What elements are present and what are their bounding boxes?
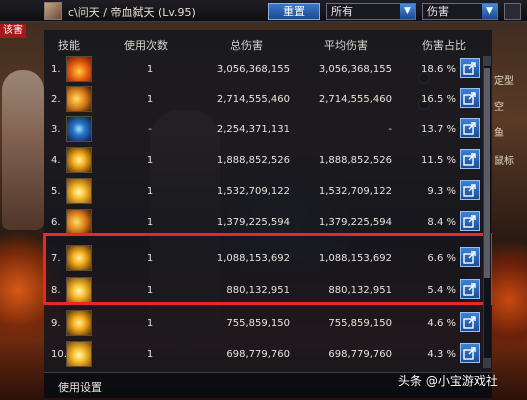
header-share: 伤害占比	[422, 39, 466, 52]
table-row[interactable]: 3. - 2,254,371,131 - 13.7 %	[44, 114, 484, 144]
row-index: 2.	[51, 94, 61, 105]
row-pct: 16.5 %	[421, 94, 456, 105]
row-pct: 4.3 %	[427, 349, 456, 360]
eye-skill-icon	[66, 116, 92, 142]
row-total: 1,888,852,526	[216, 155, 290, 166]
header-skill: 技能	[58, 39, 80, 52]
row-total: 698,779,760	[226, 349, 290, 360]
row-avg: 1,379,225,594	[318, 217, 392, 228]
chevron-down-icon: ▼	[400, 4, 415, 19]
chevron-down-icon: ▼	[482, 4, 497, 19]
table-header: 技能 使用次数 总伤害 平均伤害 伤害占比	[44, 34, 484, 54]
row-pct: 8.4 %	[427, 217, 456, 228]
filter-select-value: 所有	[331, 5, 353, 18]
row-uses: 1	[146, 155, 154, 166]
character-name: c\问天 / 帝血弑天 (Lv.95)	[68, 6, 196, 19]
row-pct: 11.5 %	[421, 155, 456, 166]
row-index: 4.	[51, 155, 61, 166]
row-total: 2,714,555,460	[216, 94, 290, 105]
share-icon[interactable]	[460, 343, 480, 363]
table-row[interactable]: 9. 1 755,859,150 755,859,150 4.6 %	[44, 308, 484, 338]
row-index: 9.	[51, 318, 61, 329]
header-uses: 使用次数	[124, 39, 168, 52]
row-total: 1,379,225,594	[216, 217, 290, 228]
filter-select[interactable]: 所有 ▼	[326, 3, 416, 20]
row-avg: 1,888,852,526	[318, 155, 392, 166]
row-total: 2,254,371,131	[216, 124, 290, 135]
row-avg: 1,532,709,122	[318, 186, 392, 197]
row-pct: 4.6 %	[427, 318, 456, 329]
row-avg: -	[388, 124, 392, 135]
row-uses: 1	[146, 349, 154, 360]
row-pct: 13.7 %	[421, 124, 456, 135]
table-row[interactable]: 5. 1 1,532,709,122 1,532,709,122 9.3 %	[44, 176, 484, 206]
share-icon[interactable]	[460, 88, 480, 108]
settings-button[interactable]: 使用设置	[58, 379, 102, 395]
table-row[interactable]: 1. 1 3,056,368,155 3,056,368,155 18.6 %	[44, 54, 484, 84]
share-icon[interactable]	[460, 58, 480, 78]
row-uses: 1	[146, 64, 154, 75]
row-uses: 1	[146, 318, 154, 329]
fire-skill-icon	[66, 56, 92, 82]
row-total: 3,056,368,155	[216, 64, 290, 75]
metric-select[interactable]: 伤害 ▼	[422, 3, 498, 20]
row-avg: 698,779,760	[328, 349, 392, 360]
avatar	[44, 2, 62, 20]
row-index: 6.	[51, 217, 61, 228]
burst-skill-icon	[66, 178, 92, 204]
reset-button[interactable]: 重置	[268, 3, 320, 20]
row-index: 1.	[51, 64, 61, 75]
share-icon[interactable]	[460, 118, 480, 138]
scroll-up-button[interactable]	[483, 56, 491, 66]
header-total: 总伤害	[230, 39, 263, 52]
metric-select-value: 伤害	[427, 5, 449, 18]
window-button[interactable]	[504, 3, 521, 20]
row-uses: 1	[146, 217, 154, 228]
row-index: 5.	[51, 186, 61, 197]
scroll-down-button[interactable]	[483, 358, 491, 368]
claw-skill-icon	[66, 86, 92, 112]
table-row[interactable]: 10. 1 698,779,760 698,779,760 4.3 %	[44, 339, 484, 369]
side-option-3: 鱼	[494, 128, 504, 139]
share-icon[interactable]	[460, 149, 480, 169]
share-icon[interactable]	[460, 312, 480, 332]
row-total: 755,859,150	[226, 318, 290, 329]
share-icon[interactable]	[460, 180, 480, 200]
row-uses: 1	[146, 186, 154, 197]
watermark: 头条 @小宝游戏社	[398, 374, 498, 388]
highlight-box	[43, 233, 492, 305]
row-uses: 1	[146, 94, 154, 105]
side-option-1: 定型	[494, 76, 514, 87]
burst-skill-icon	[66, 341, 92, 367]
row-avg: 2,714,555,460	[318, 94, 392, 105]
scroll-thumb[interactable]	[484, 68, 490, 278]
share-icon[interactable]	[460, 211, 480, 231]
row-total: 1,532,709,122	[216, 186, 290, 197]
row-uses: -	[148, 124, 152, 135]
character-figure-left	[2, 70, 44, 230]
claw-skill-icon	[66, 209, 92, 235]
row-avg: 755,859,150	[328, 318, 392, 329]
row-index: 3.	[51, 124, 61, 135]
row-avg: 3,056,368,155	[318, 64, 392, 75]
row-index: 10.	[51, 349, 67, 360]
row-pct: 18.6 %	[421, 64, 456, 75]
side-option-extra: 鼠标	[494, 156, 514, 167]
header-avg: 平均伤害	[324, 39, 368, 52]
table-row[interactable]: 2. 1 2,714,555,460 2,714,555,460 16.5 %	[44, 84, 484, 114]
star-skill-icon	[66, 147, 92, 173]
table-row[interactable]: 4. 1 1,888,852,526 1,888,852,526 11.5 %	[44, 145, 484, 175]
status-tag: 该害	[0, 24, 26, 38]
top-bar: c\问天 / 帝血弑天 (Lv.95) 重置 所有 ▼ 伤害 ▼	[0, 0, 527, 22]
star-skill-icon	[66, 310, 92, 336]
row-pct: 9.3 %	[427, 186, 456, 197]
side-option-2: 空	[494, 102, 504, 113]
